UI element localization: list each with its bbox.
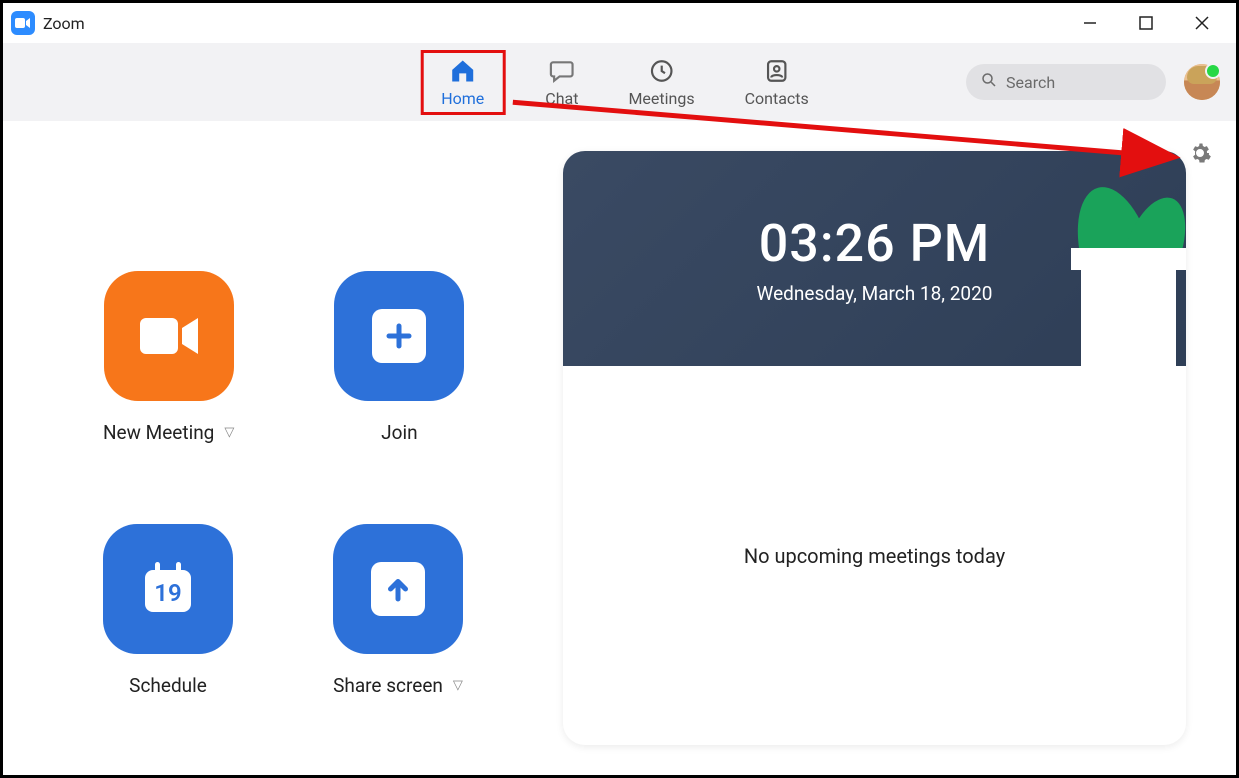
- chevron-down-icon[interactable]: ▽: [453, 678, 463, 693]
- contacts-icon: [763, 57, 791, 85]
- settings-button[interactable]: [1186, 141, 1214, 169]
- search-input[interactable]: Search: [966, 64, 1166, 100]
- current-time: 03:26 PM: [759, 213, 991, 274]
- chat-icon: [548, 57, 576, 85]
- window-close-button[interactable]: [1188, 9, 1216, 37]
- calendar-day-number: 19: [154, 579, 181, 607]
- top-navbar: Home Chat Meetings Contacts Search: [3, 43, 1236, 121]
- join-button[interactable]: [334, 271, 464, 401]
- tab-home[interactable]: Home: [420, 50, 505, 115]
- join-label: Join: [381, 421, 417, 444]
- content-area: New Meeting ▽ Join: [3, 121, 1236, 775]
- search-icon: [980, 71, 998, 93]
- plant-decoration: [1046, 186, 1186, 366]
- new-meeting-label: New Meeting: [103, 421, 214, 444]
- tab-chat[interactable]: Chat: [535, 51, 588, 114]
- share-screen-button[interactable]: [333, 524, 463, 654]
- tab-label: Contacts: [745, 89, 809, 108]
- right-panel: 03:26 PM Wednesday, March 18, 2020 No up…: [563, 151, 1186, 745]
- new-meeting-button[interactable]: [104, 271, 234, 401]
- profile-avatar[interactable]: [1184, 64, 1220, 100]
- window-maximize-button[interactable]: [1132, 9, 1160, 37]
- tab-label: Chat: [545, 89, 578, 108]
- chevron-down-icon[interactable]: ▽: [224, 425, 234, 440]
- hero-banner: 03:26 PM Wednesday, March 18, 2020: [563, 151, 1186, 366]
- clock-icon: [648, 57, 676, 85]
- tab-label: Meetings: [628, 89, 694, 108]
- tab-meetings[interactable]: Meetings: [618, 51, 704, 114]
- gear-icon: [1188, 141, 1212, 169]
- tab-contacts[interactable]: Contacts: [735, 51, 819, 114]
- no-meetings-message: No upcoming meetings today: [744, 544, 1005, 568]
- search-placeholder: Search: [1006, 73, 1055, 92]
- tab-label: Home: [441, 89, 484, 108]
- window-title: Zoom: [43, 14, 85, 33]
- window-titlebar: Zoom: [3, 3, 1236, 43]
- schedule-button[interactable]: 19: [103, 524, 233, 654]
- zoom-app-icon: [11, 11, 35, 35]
- home-icon: [449, 57, 477, 85]
- window-minimize-button[interactable]: [1076, 9, 1104, 37]
- schedule-label: Schedule: [129, 674, 207, 697]
- current-date: Wednesday, March 18, 2020: [757, 282, 993, 305]
- share-screen-label: Share screen: [333, 674, 443, 697]
